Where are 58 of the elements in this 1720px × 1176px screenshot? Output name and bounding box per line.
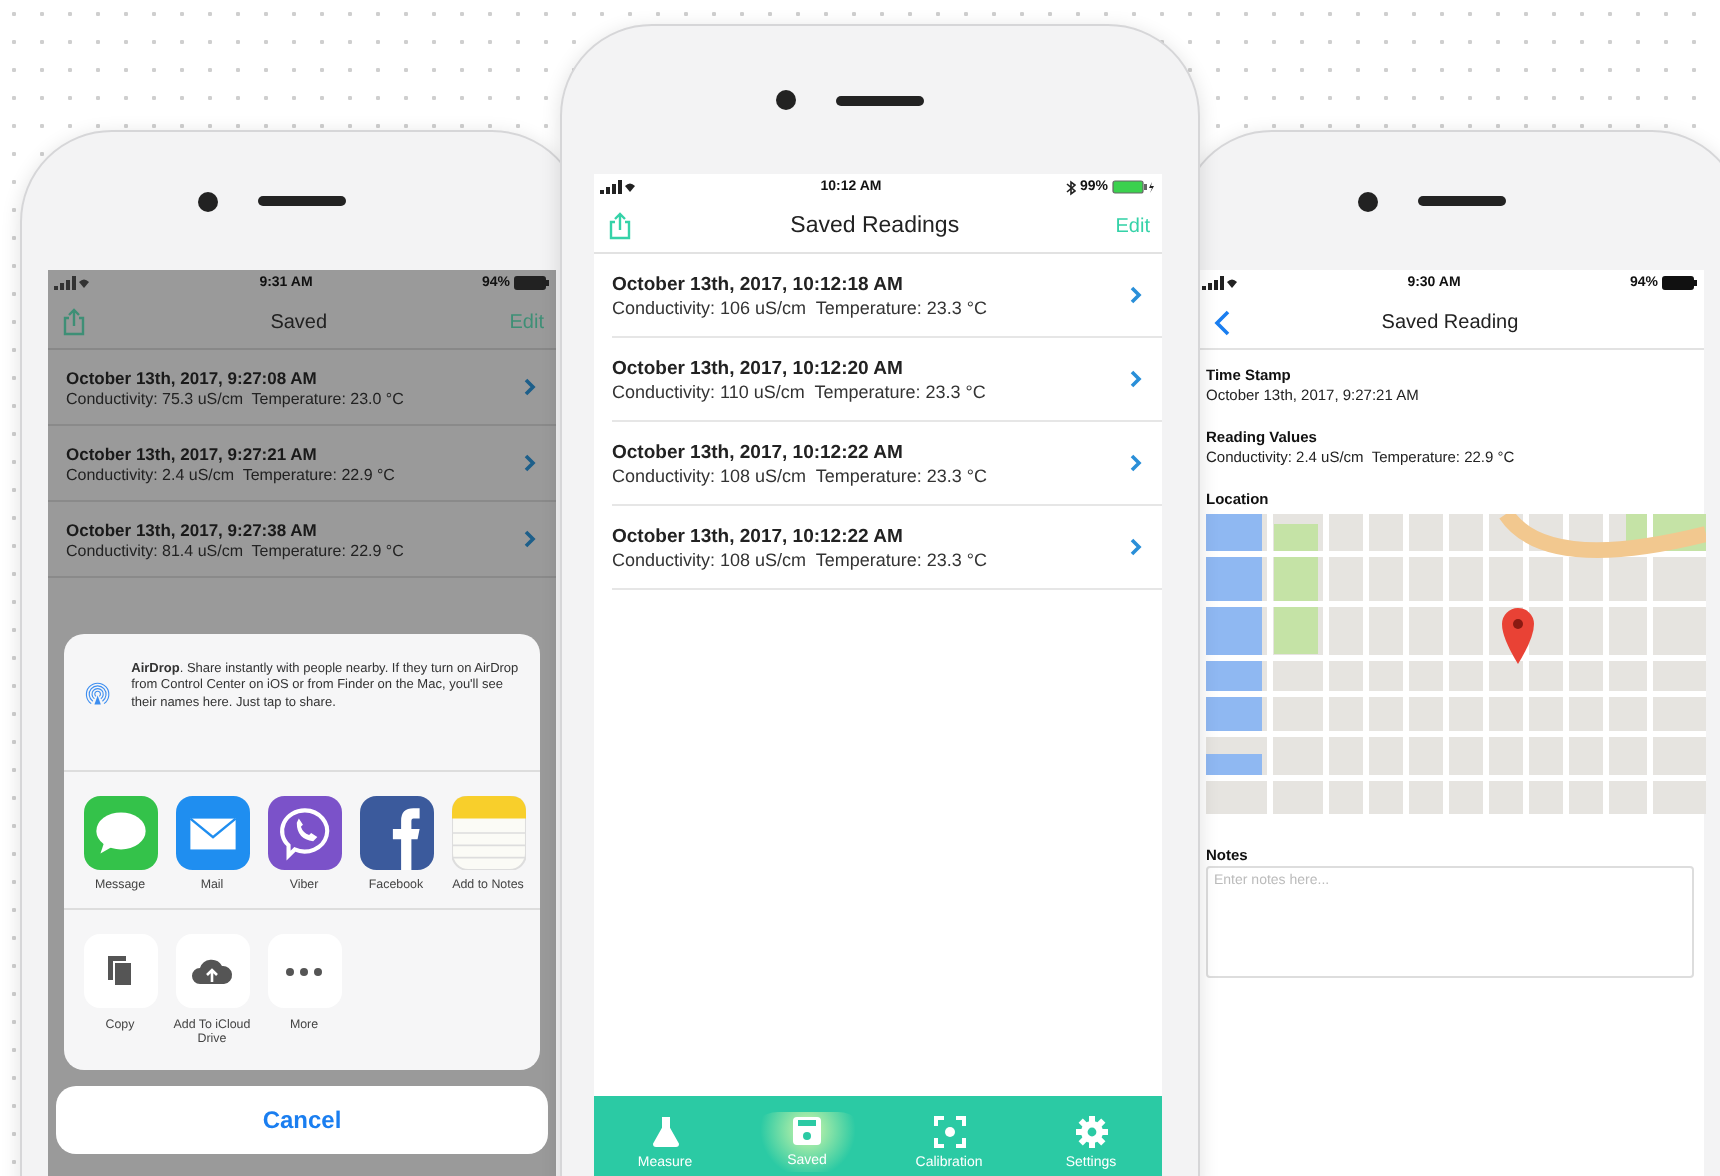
chevron-right-icon: [1130, 538, 1142, 556]
signal-icon: [54, 276, 90, 290]
reading-row[interactable]: October 13th, 2017, 10:12:22 AM Conductivity: 108 uS/cm Temperature: 23.3 °C: [612, 506, 1162, 590]
reading-values: Conductivity: 110 uS/cm Temperature: 23.3 °C: [612, 381, 986, 401]
nav-title: Saved Readings: [790, 214, 960, 238]
speaker-icon: [836, 95, 924, 105]
battery-icon: [514, 276, 550, 290]
reading-values: Conductivity: 2.4 uS/cm Temperature: 22.9 °C: [66, 465, 395, 483]
camera-icon: [1358, 191, 1378, 211]
speaker-icon: [1418, 196, 1506, 206]
chevron-right-icon: [1130, 454, 1142, 472]
reading-timestamp: October 13th, 2017, 10:12:18 AM: [612, 273, 905, 295]
focus-frame-icon: [933, 1116, 965, 1148]
reading-values: Conductivity: 108 uS/cm Temperature: 23.3 °C: [612, 465, 988, 485]
reading-row[interactable]: October 13th, 2017, 10:12:18 AM Conductivity: 106 uS/cm Temperature: 23.3 °C: [612, 254, 1162, 338]
chevron-right-icon: [1130, 286, 1142, 304]
chevron-right-icon: [524, 378, 536, 396]
camera-icon: [198, 191, 218, 211]
reading-timestamp: October 13th, 2017, 9:27:38 AM: [66, 519, 319, 539]
nav-title: Saved Reading: [1381, 311, 1519, 333]
reading-row[interactable]: October 13th, 2017, 10:12:22 AM Conductivity: 108 uS/cm Temperature: 23.3 °C: [612, 422, 1162, 506]
reading-values: Conductivity: 81.4 uS/cm Temperature: 22.9 °C: [66, 541, 404, 559]
reading-timestamp: October 13th, 2017, 9:27:21 AM: [66, 443, 319, 463]
facebook-icon[interactable]: [359, 796, 433, 870]
cloud-upload-icon: [190, 957, 234, 985]
nav-title: Saved: [270, 311, 328, 333]
more-icon: [286, 967, 322, 975]
chevron-right-icon: [1130, 370, 1142, 388]
reading-row[interactable]: October 13th, 2017, 10:12:20 AM Conductivity: 110 uS/cm Temperature: 23.3 °C: [612, 338, 1162, 422]
cancel-button[interactable]: Cancel: [56, 1086, 548, 1154]
battery-icon: [1112, 180, 1156, 194]
signal-icon: [1202, 276, 1238, 290]
speech-bubble-icon[interactable]: [83, 796, 157, 870]
action-button[interactable]: [267, 934, 341, 1008]
reading-timestamp: October 13th, 2017, 10:12:20 AM: [612, 357, 905, 379]
envelope-icon[interactable]: [175, 796, 249, 870]
battery-icon: [1662, 276, 1698, 290]
signal-icon: [600, 180, 636, 194]
flask-icon: [651, 1116, 679, 1148]
reading-row[interactable]: October 13th, 2017, 9:27:08 AM Conductivity: 75.3 uS/cm Temperature: 23.0 °C: [48, 350, 556, 426]
action-button[interactable]: [175, 934, 249, 1008]
chevron-right-icon: [524, 530, 536, 548]
reading-values: Conductivity: 106 uS/cm Temperature: 23.3 °C: [612, 297, 988, 317]
reading-values: Conductivity: 75.3 uS/cm Temperature: 23.0 °C: [66, 389, 404, 407]
documents-icon: [106, 954, 134, 988]
reading-row[interactable]: October 13th, 2017, 9:27:38 AM Conductivity: 81.4 uS/cm Temperature: 22.9 °C: [48, 502, 556, 578]
speaker-icon: [258, 196, 346, 206]
reading-timestamp: October 13th, 2017, 9:27:08 AM: [66, 367, 319, 387]
reading-values: Conductivity: 108 uS/cm Temperature: 23.3 °C: [612, 549, 988, 569]
chevron-right-icon: [524, 454, 536, 472]
bluetooth-icon: [1065, 179, 1076, 195]
action-button[interactable]: [83, 934, 157, 1008]
phone-bubble-icon[interactable]: [267, 796, 341, 870]
reading-timestamp: October 13th, 2017, 10:12:22 AM: [612, 441, 905, 463]
reading-row[interactable]: October 13th, 2017, 9:27:21 AM Conductivity: 2.4 uS/cm Temperature: 22.9 °C: [48, 426, 556, 502]
reading-timestamp: October 13th, 2017, 10:12:22 AM: [612, 525, 905, 547]
settings-icon: [1075, 1116, 1107, 1148]
camera-icon: [776, 90, 796, 110]
